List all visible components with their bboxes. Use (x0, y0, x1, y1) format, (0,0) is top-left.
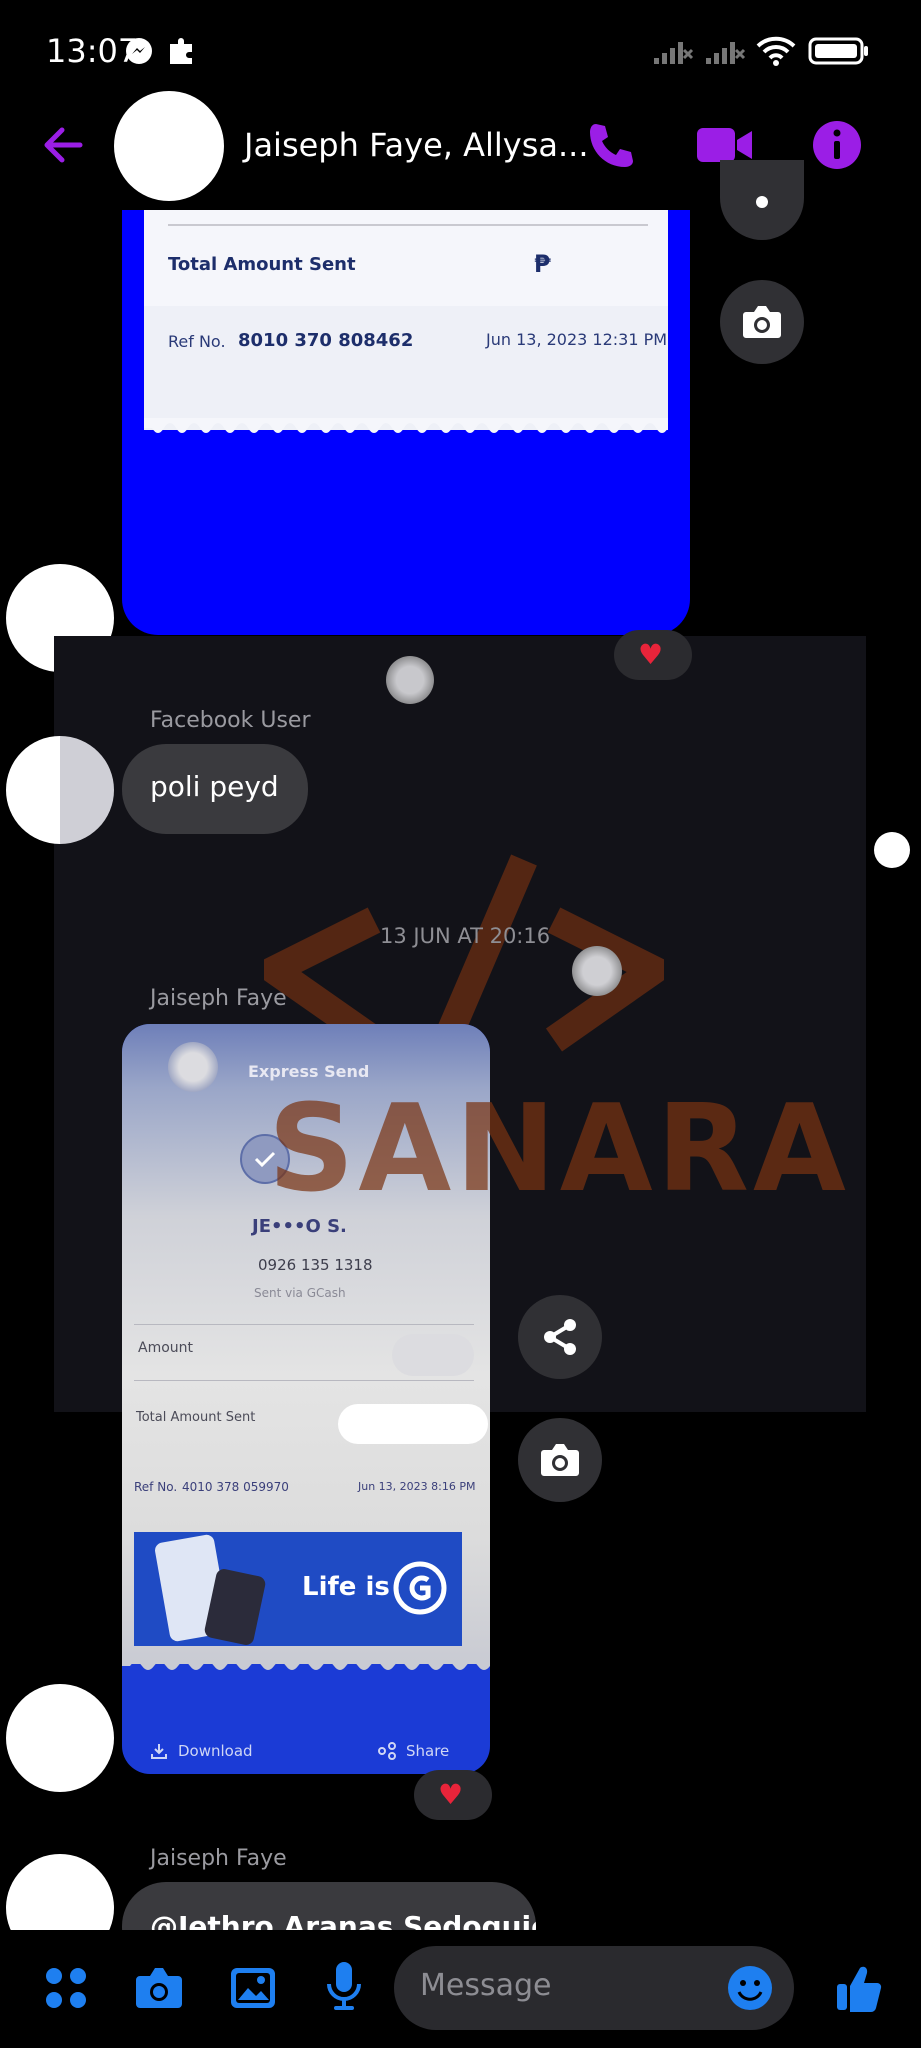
date-divider: 13 JUN AT 20:16 (380, 924, 551, 948)
microphone-icon[interactable] (324, 1960, 364, 2014)
download-label[interactable]: Download (178, 1742, 253, 1760)
signal-icon-1 (654, 42, 694, 64)
total-label-2: Total Amount Sent (136, 1410, 256, 1425)
info-icon[interactable] (810, 118, 864, 172)
ref-number: 8010 370 808462 (238, 330, 414, 351)
zigzag-edge-2 (122, 1660, 490, 1670)
gcash-banner: Life is (134, 1532, 462, 1647)
message-placeholder: Message (420, 1968, 552, 2003)
chat-title[interactable]: Jaiseph Faye, Allysa... (244, 126, 589, 164)
divider-line (168, 224, 648, 226)
divider (134, 1380, 474, 1381)
share-small-icon[interactable] (378, 1742, 396, 1760)
ref-section (144, 306, 668, 430)
gcash-logo-icon (393, 1561, 447, 1615)
gallery-icon[interactable] (228, 1964, 278, 2012)
blur-dot-3 (168, 1042, 218, 1092)
back-arrow-icon[interactable] (38, 120, 88, 170)
puzzle-icon (170, 38, 192, 64)
wifi-icon (756, 36, 796, 66)
reaction-heart-1[interactable]: ♥ (614, 630, 692, 680)
ref-number-2: 4010 378 059970 (182, 1480, 289, 1494)
sender-avatar-3[interactable] (6, 1684, 114, 1792)
currency-symbol: ₱ (534, 250, 551, 278)
camera-composer-icon[interactable] (132, 1964, 186, 2012)
read-receipt-avatar (874, 832, 910, 868)
emoji-icon[interactable] (726, 1964, 774, 2012)
ref-label-2: Ref No. (134, 1480, 178, 1494)
heart-icon: ♥ (638, 638, 664, 671)
blur-dot-2 (572, 946, 622, 996)
download-icon[interactable] (150, 1742, 168, 1760)
signal-icon-2 (706, 42, 746, 64)
sender-name-1: Facebook User (150, 708, 311, 733)
camera-icon (743, 306, 781, 338)
sender-name-2: Jaiseph Faye (150, 986, 287, 1011)
messenger-icon (126, 38, 152, 64)
reaction-heart-2[interactable]: ♥ (414, 1770, 492, 1820)
total-label: Total Amount Sent (168, 254, 356, 275)
receipt-date: Jun 13, 2023 12:31 PM (486, 330, 668, 349)
battery-icon (808, 37, 868, 65)
group-avatar[interactable] (114, 91, 224, 201)
save-photo-button-2[interactable] (518, 1418, 602, 1502)
status-bar: 13:07 (0, 0, 921, 100)
blur-dot (386, 656, 434, 704)
sender-avatar-2[interactable] (6, 736, 114, 844)
watermark-text: SANARA (268, 1080, 850, 1219)
ref-label: Ref No. (168, 332, 226, 351)
banner-text: Life is (302, 1572, 390, 1602)
share-label[interactable]: Share (406, 1742, 449, 1760)
receipt-date-2: Jun 13, 2023 8:16 PM (358, 1480, 476, 1493)
heart-icon: ♥ (438, 1778, 464, 1811)
total-redacted (338, 1404, 488, 1444)
share-icon-partial (756, 196, 768, 208)
receipt-paper: Total Amount Sent ₱ Ref No. 8010 370 808… (144, 210, 668, 430)
thumbs-up-icon[interactable] (834, 1960, 884, 2014)
message-text-1: poli peyd (150, 770, 279, 803)
recipient-phone: 0926 135 1318 (258, 1256, 373, 1274)
sender-name-3: Jaiseph Faye (150, 1846, 287, 1871)
share-button[interactable] (518, 1295, 602, 1379)
message-bubble-1[interactable]: poli peyd (122, 744, 308, 834)
share-icon (544, 1319, 576, 1355)
amount-redacted (392, 1334, 474, 1376)
express-send-title: Express Send (248, 1062, 370, 1081)
phone-icon[interactable] (584, 118, 638, 172)
more-apps-icon[interactable] (42, 1964, 90, 2012)
amount-label: Amount (138, 1340, 194, 1356)
camera-icon (541, 1444, 579, 1476)
receipt-image-1[interactable]: Total Amount Sent ₱ Ref No. 8010 370 808… (122, 210, 690, 635)
recipient-name: JE•••O S. (252, 1216, 347, 1237)
divider (134, 1324, 474, 1325)
sent-via: Sent via GCash (254, 1286, 346, 1300)
zigzag-edge (144, 418, 668, 433)
save-photo-button-1[interactable] (720, 280, 804, 364)
